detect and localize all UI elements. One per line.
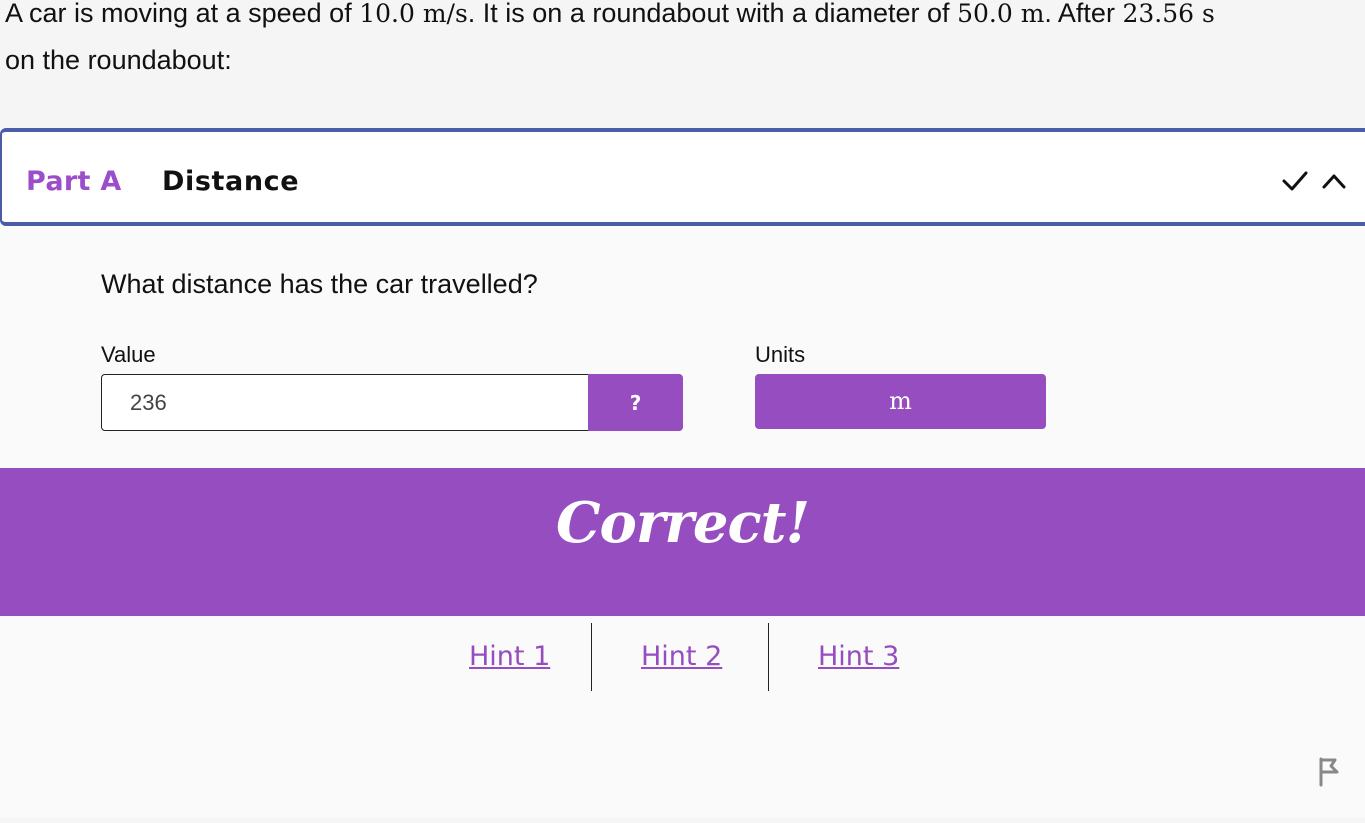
part-a-header[interactable]: Part A Distance xyxy=(0,128,1365,226)
feedback-banner: Correct! xyxy=(0,468,1365,616)
part-a-card: Part A Distance What distance has the ca… xyxy=(0,128,1365,818)
feedback-text: Correct! xyxy=(555,490,810,556)
part-prompt: What distance has the car travelled? xyxy=(101,269,538,299)
speed-value: 10.0 m/s xyxy=(359,0,468,28)
hint-divider xyxy=(591,623,592,691)
hint-1-link[interactable]: Hint 1 xyxy=(469,641,550,672)
hint-2-link[interactable]: Hint 2 xyxy=(641,641,722,672)
check-icon xyxy=(1282,171,1308,191)
value-label: Value xyxy=(101,342,156,367)
question-text-part4: on the roundabout: xyxy=(5,45,232,75)
hint-divider xyxy=(768,623,769,691)
hints-bar: Hint 1 Hint 2 Hint 3 xyxy=(0,623,1365,691)
flag-icon[interactable] xyxy=(1317,756,1341,788)
question-text-part3: . After xyxy=(1044,0,1123,28)
time-value: 23.56 s xyxy=(1122,0,1215,28)
diameter-value: 50.0 m xyxy=(957,0,1045,28)
units-label: Units xyxy=(755,342,806,367)
value-input[interactable] xyxy=(101,374,589,431)
chevron-up-icon[interactable] xyxy=(1320,169,1348,193)
question-text: A car is moving at a speed of 10.0 m/s. … xyxy=(5,0,1360,84)
question-text-part2: . It is on a roundabout with a diameter … xyxy=(467,0,958,28)
part-title: Distance xyxy=(162,166,300,197)
units-select[interactable]: m xyxy=(755,374,1046,429)
hint-3-link[interactable]: Hint 3 xyxy=(818,641,899,672)
question-text-part1: A car is moving at a speed of xyxy=(5,0,360,28)
value-help-button[interactable]: ? xyxy=(588,374,683,431)
part-label: Part A xyxy=(26,166,122,197)
